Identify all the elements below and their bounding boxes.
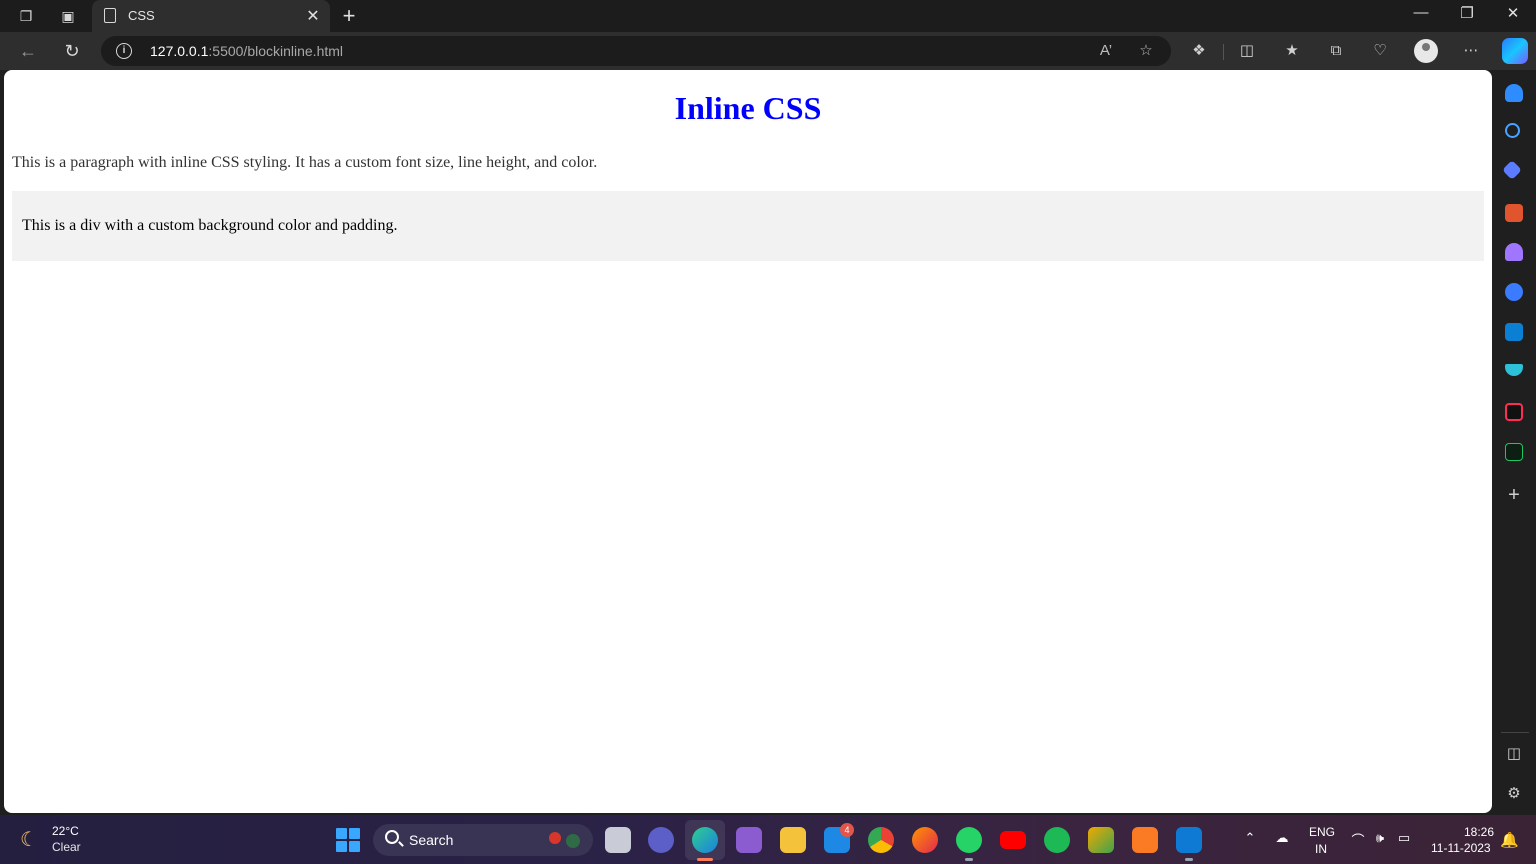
sticky-tool-icon[interactable]: [1088, 827, 1114, 853]
weather-temperature[interactable]: 22°C: [52, 824, 79, 838]
back-button[interactable]: ←: [16, 39, 40, 63]
language-code[interactable]: ENG: [1309, 825, 1335, 839]
page-paragraph: This is a paragraph with inline CSS styl…: [12, 154, 598, 171]
workspaces-icon[interactable]: ❐: [16, 6, 36, 26]
whatsapp-running-indicator: [965, 858, 973, 861]
firefox-icon[interactable]: [912, 827, 938, 853]
collections-icon[interactable]: ⧉: [1325, 40, 1347, 62]
search-sidebar-icon[interactable]: [1505, 123, 1520, 138]
start-button[interactable]: [336, 828, 360, 852]
page-heading: Inline CSS: [674, 90, 822, 126]
xampp-icon[interactable]: [1132, 827, 1158, 853]
close-tab-icon[interactable]: ✕: [304, 6, 322, 26]
edge-sidebar: + ◫ ⚙: [1493, 70, 1536, 815]
minimize-button[interactable]: —: [1409, 4, 1433, 21]
teams-chat-icon[interactable]: [648, 827, 674, 853]
notification-bell-icon[interactable]: 🔔: [1500, 831, 1519, 849]
search-label: Search: [409, 832, 454, 848]
styled-div-text: This is a div with a custom background c…: [22, 217, 398, 234]
weather-condition[interactable]: Clear: [52, 840, 81, 854]
tiktok-icon[interactable]: [1505, 403, 1523, 421]
profile-avatar[interactable]: [1414, 39, 1438, 63]
hackerrank-icon[interactable]: [1505, 443, 1523, 461]
extensions-icon[interactable]: ❖: [1188, 40, 1210, 62]
chrome-icon[interactable]: [868, 827, 894, 853]
sidebar-settings-icon[interactable]: ⚙: [1504, 784, 1524, 802]
youtube-icon[interactable]: [1000, 831, 1026, 849]
onedrive-cloud-icon[interactable]: ☁: [1273, 830, 1291, 846]
taskbar-search[interactable]: Search: [373, 824, 593, 856]
language-region[interactable]: IN: [1315, 842, 1327, 856]
more-menu-icon[interactable]: ⋯: [1460, 40, 1482, 62]
site-info-icon[interactable]: i: [116, 43, 132, 59]
close-window-button[interactable]: ✕: [1501, 4, 1525, 22]
battery-icon[interactable]: ▭: [1395, 830, 1413, 846]
taskbar: ☾ 22°C Clear Search 4 ⌃ ☁ ENG IN ⌒ 🕪 ▭ 1…: [0, 815, 1536, 864]
clock-time[interactable]: 18:26: [1464, 825, 1494, 839]
read-aloud-icon[interactable]: A’: [1096, 41, 1116, 61]
tab-title: CSS: [128, 8, 155, 23]
task-view-icon[interactable]: [605, 827, 631, 853]
spotify-icon[interactable]: [1044, 827, 1070, 853]
whatsapp-icon[interactable]: [956, 827, 982, 853]
restore-button[interactable]: ❐: [1455, 4, 1479, 22]
browser-essentials-icon[interactable]: ♡: [1369, 40, 1391, 62]
copilot-icon[interactable]: [1502, 38, 1528, 64]
address-bar[interactable]: i 127.0.0.1:5500/blockinline.html A’ ☆: [101, 36, 1171, 66]
toolbar-divider: [1223, 44, 1224, 60]
notifications-icon[interactable]: [1505, 84, 1523, 102]
microsoft-365-icon[interactable]: [1505, 283, 1523, 301]
wifi-icon[interactable]: ⌒: [1349, 830, 1367, 849]
search-highlight-icon: [549, 832, 580, 848]
refresh-button[interactable]: ↻: [60, 39, 84, 63]
volume-icon[interactable]: 🕪: [1371, 830, 1389, 846]
clock-date[interactable]: 11-11-2023: [1431, 841, 1491, 855]
vscode-running-indicator: [1185, 858, 1193, 861]
drop-icon[interactable]: [1505, 364, 1523, 376]
url-host: 127.0.0.1: [150, 43, 209, 59]
favorite-star-icon[interactable]: ☆: [1136, 41, 1156, 61]
add-sidebar-app-button[interactable]: +: [1504, 484, 1524, 507]
shopping-tag-icon[interactable]: [1502, 160, 1522, 180]
games-icon[interactable]: [1505, 243, 1523, 261]
styled-div: This is a div with a custom background c…: [12, 191, 1484, 261]
outlook-icon[interactable]: [1505, 323, 1523, 341]
navigation-bar: ← ↻ i 127.0.0.1:5500/blockinline.html A’…: [0, 32, 1536, 70]
moon-weather-icon[interactable]: ☾: [20, 827, 38, 852]
split-screen-icon[interactable]: ◫: [1236, 40, 1258, 62]
url-path: :5500/blockinline.html: [208, 43, 344, 59]
sidebar-divider: [1501, 732, 1529, 733]
title-bar: ❐ ▣ CSS ✕ + — ❐ ✕: [0, 0, 1536, 32]
url-text[interactable]: 127.0.0.1:5500/blockinline.html: [150, 43, 343, 59]
favorites-icon[interactable]: ★: [1281, 40, 1303, 62]
file-explorer-icon[interactable]: [780, 827, 806, 853]
document-icon: [104, 8, 116, 23]
new-tab-button[interactable]: +: [339, 3, 359, 29]
visual-studio-icon[interactable]: [736, 827, 762, 853]
edge-running-indicator: [697, 858, 713, 861]
page-viewport: Inline CSS This is a paragraph with inli…: [4, 70, 1492, 813]
tab-css[interactable]: CSS ✕: [92, 0, 330, 32]
edge-icon[interactable]: [692, 827, 718, 853]
show-hidden-icons-chevron-icon[interactable]: ⌃: [1241, 830, 1259, 846]
tools-briefcase-icon[interactable]: [1505, 204, 1523, 222]
hide-sidebar-icon[interactable]: ◫: [1504, 744, 1524, 762]
tab-actions-icon[interactable]: ▣: [58, 6, 78, 26]
mail-badge: 4: [840, 823, 854, 837]
search-icon: [385, 830, 399, 844]
vscode-icon[interactable]: [1176, 827, 1202, 853]
